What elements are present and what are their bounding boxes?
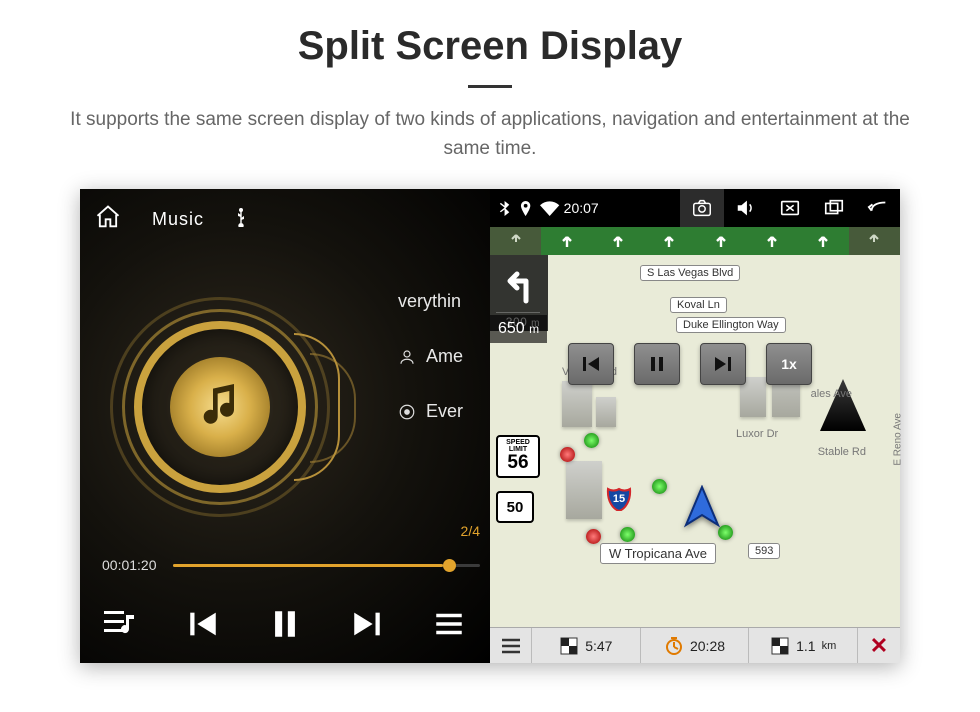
- eta-value: 5:47: [585, 638, 612, 654]
- speed-limit-value: 56: [498, 453, 538, 472]
- building-icon: [566, 461, 602, 519]
- lane-right-icon: [849, 227, 900, 255]
- navigation-panel: 20:07: [490, 189, 900, 663]
- lane-straight-icon: [541, 227, 592, 255]
- lane-straight-icon: [746, 227, 797, 255]
- nav-close-button[interactable]: ✕: [858, 628, 900, 663]
- music-panel: Music verythin Ame Ev: [80, 189, 490, 663]
- exit-label: 593: [748, 543, 780, 559]
- street-label: E Reno Ave: [892, 407, 905, 472]
- album-icon: [398, 403, 416, 421]
- lane-straight-icon: [593, 227, 644, 255]
- traffic-light-icon: [652, 479, 667, 494]
- traffic-light-icon: [584, 433, 599, 448]
- music-notes-icon: [192, 377, 248, 438]
- building-icon: [562, 381, 592, 427]
- street-label: S Las Vegas Blvd: [640, 265, 740, 281]
- usb-icon[interactable]: [234, 207, 248, 232]
- street-label: Duke Ellington Way: [676, 317, 786, 333]
- home-icon[interactable]: [94, 203, 122, 236]
- lane-straight-icon: [798, 227, 849, 255]
- title-underline: [468, 85, 512, 88]
- next-track-button[interactable]: [350, 607, 384, 646]
- track-title: verythin: [398, 291, 461, 312]
- map-playback-controls: 1x: [568, 343, 812, 385]
- nav-duration[interactable]: 20:28: [641, 628, 750, 663]
- lane-straight-icon: [695, 227, 746, 255]
- bluetooth-icon: [498, 201, 511, 216]
- artist-name: Ame: [426, 346, 463, 367]
- street-label: Koval Ln: [670, 297, 727, 313]
- traffic-light-icon: [586, 529, 601, 544]
- street-label: Luxor Dr: [730, 427, 784, 441]
- turn-left-icon: [496, 261, 540, 305]
- location-icon: [520, 201, 531, 216]
- street-label: ales Ave: [805, 387, 858, 401]
- nav-bottom-bar: 5:47 20:28 1.1 km ✕: [490, 627, 900, 663]
- street-label-current: W Tropicana Ave: [600, 543, 716, 564]
- pause-button[interactable]: [268, 607, 302, 646]
- nav-distance[interactable]: 1.1 km: [749, 628, 858, 663]
- status-clock: 20:07: [564, 200, 599, 216]
- previous-track-button[interactable]: [186, 607, 220, 646]
- track-metadata: verythin Ame Ever: [398, 291, 463, 456]
- street-label: Stable Rd: [812, 445, 872, 459]
- map-prev-button[interactable]: [568, 343, 614, 385]
- page-description: It supports the same screen display of t…: [50, 106, 930, 163]
- album-art: [110, 297, 330, 517]
- lane-straight-icon: [644, 227, 695, 255]
- list-button[interactable]: [432, 607, 466, 646]
- recent-apps-button[interactable]: [812, 189, 856, 227]
- distance-value: 1.1: [796, 638, 815, 654]
- playlist-button[interactable]: [104, 607, 138, 646]
- lane-guidance-bar: [490, 227, 900, 255]
- back-button[interactable]: [856, 189, 900, 227]
- progress-bar[interactable]: 00:01:20: [102, 557, 480, 573]
- distance-unit: km: [822, 640, 837, 652]
- lane-left-icon: [490, 227, 541, 255]
- close-app-button[interactable]: [768, 189, 812, 227]
- album-name: Ever: [426, 401, 463, 422]
- total-turn-unit: m: [529, 322, 539, 336]
- total-turn-distance-box: 650 m: [490, 315, 547, 343]
- traffic-light-icon: [620, 527, 635, 542]
- vehicle-position-icon: [682, 485, 722, 534]
- elapsed-time: 00:01:20: [102, 557, 157, 573]
- traffic-light-icon: [560, 447, 575, 462]
- svg-text:15: 15: [613, 493, 625, 505]
- speed-limit-sign: SPEED LIMIT 56: [496, 435, 540, 478]
- split-screen-device: Music verythin Ame Ev: [80, 189, 900, 663]
- volume-button[interactable]: [724, 189, 768, 227]
- total-turn-distance: 650: [498, 320, 525, 337]
- duration-value: 20:28: [690, 638, 725, 654]
- map-speed-button[interactable]: 1x: [766, 343, 812, 385]
- nav-menu-button[interactable]: [490, 628, 532, 663]
- route-sign: 50: [496, 491, 534, 523]
- artist-icon: [398, 348, 416, 366]
- building-icon: [596, 397, 616, 427]
- map-next-button[interactable]: [700, 343, 746, 385]
- interstate-shield-icon: 15: [606, 485, 632, 516]
- screenshot-button[interactable]: [680, 189, 724, 227]
- track-counter: 2/4: [461, 523, 480, 539]
- page-title: Split Screen Display: [0, 24, 980, 69]
- music-tab[interactable]: Music: [152, 209, 204, 230]
- map-pause-button[interactable]: [634, 343, 680, 385]
- system-status-bar: 20:07: [490, 189, 900, 227]
- nav-eta[interactable]: 5:47: [532, 628, 641, 663]
- wifi-icon: [540, 201, 559, 216]
